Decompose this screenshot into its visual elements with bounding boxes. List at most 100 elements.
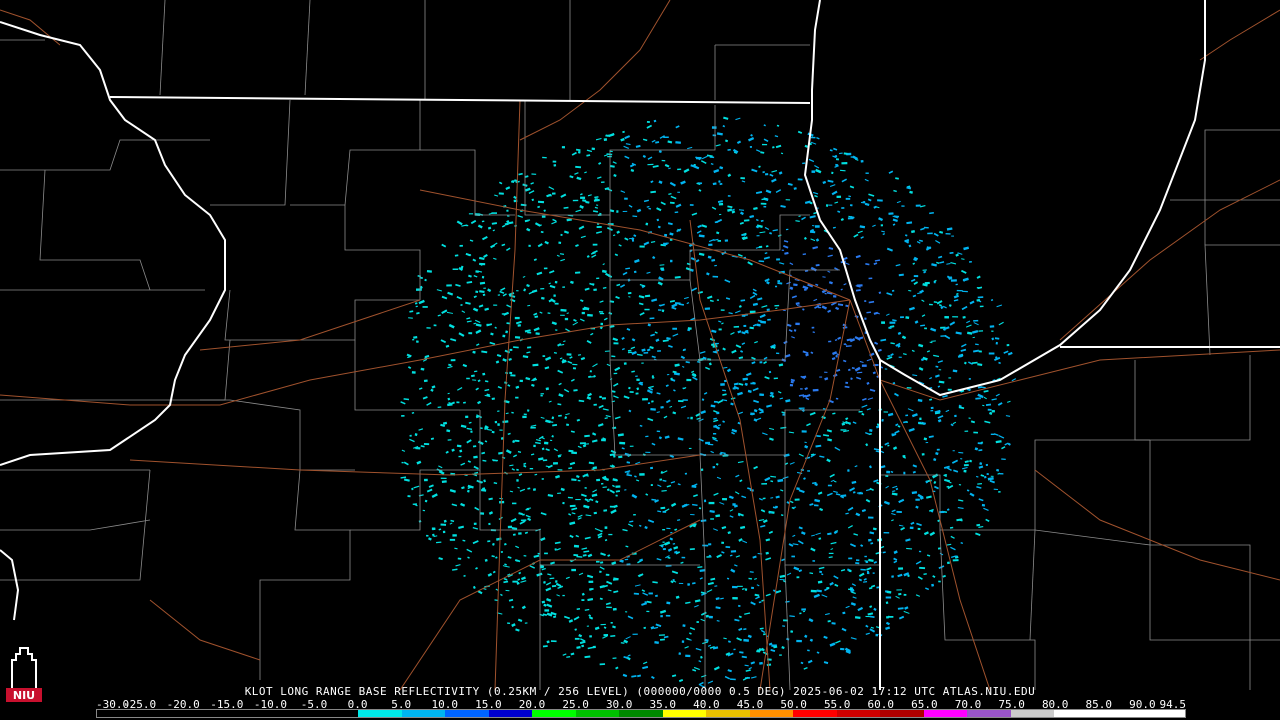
echo-speck (519, 379, 523, 383)
echo-speck (678, 400, 684, 403)
echo-speck (794, 498, 800, 501)
echo-speck (944, 316, 949, 319)
echo-speck (470, 430, 473, 433)
echo-speck (629, 445, 634, 447)
echo-speck (599, 313, 605, 315)
echo-speck (591, 283, 595, 285)
echo-speck (749, 145, 753, 148)
echo-speck (581, 311, 585, 315)
echo-speck (613, 372, 618, 375)
echo-speck (474, 213, 481, 217)
echo-speck (571, 451, 577, 455)
echo-speck (990, 475, 994, 477)
echo-speck (724, 239, 729, 242)
echo-speck (596, 560, 600, 563)
echo-speck (507, 525, 513, 529)
echo-speck (903, 471, 906, 475)
echo-speck (433, 324, 437, 327)
echo-speck (918, 550, 922, 553)
echo-speck (491, 212, 497, 214)
echo-speck (773, 377, 778, 380)
echo-speck (797, 178, 803, 181)
echo-speck (687, 417, 690, 419)
echo-speck (811, 170, 816, 173)
echo-speck (619, 441, 626, 445)
echo-speck (639, 245, 645, 248)
echo-speck (629, 391, 634, 393)
echo-speck (411, 371, 416, 374)
echo-speck (639, 473, 645, 476)
echo-speck (458, 455, 462, 458)
echo-speck (888, 615, 894, 618)
echo-speck (412, 339, 415, 341)
echo-speck (685, 654, 691, 658)
scale-swatch (662, 710, 707, 717)
echo-speck (732, 387, 736, 390)
echo-speck (616, 210, 619, 213)
echo-speck (481, 275, 485, 279)
echo-speck (643, 351, 649, 354)
scale-swatch (1054, 710, 1098, 717)
echo-speck (662, 529, 666, 531)
echo-speck (528, 244, 531, 247)
echo-speck (712, 275, 719, 278)
scale-swatch (749, 710, 794, 717)
echo-speck (632, 633, 638, 635)
echo-speck (623, 362, 627, 365)
echo-speck (862, 200, 866, 204)
echo-speck (562, 594, 565, 597)
echo-speck (524, 622, 528, 624)
echo-speck (416, 288, 422, 291)
echo-speck (517, 324, 521, 327)
echo-speck (952, 559, 959, 562)
echo-speck (985, 463, 989, 466)
echo-speck (518, 532, 522, 535)
echo-speck (750, 382, 756, 385)
echo-speck (945, 233, 951, 235)
echo-speck (572, 367, 577, 370)
echo-speck (757, 649, 761, 652)
echo-speck (1006, 344, 1010, 347)
echo-speck (492, 459, 498, 462)
echo-speck (901, 205, 905, 207)
echo-speck (527, 331, 532, 334)
echo-speck (930, 406, 934, 410)
echo-speck (730, 678, 736, 681)
echo-speck (711, 126, 717, 129)
echo-speck (988, 352, 995, 355)
echo-speck (954, 555, 958, 557)
echo-speck (883, 531, 890, 534)
echo-speck (646, 610, 650, 613)
echo-speck (720, 383, 725, 386)
echo-speck (898, 567, 904, 570)
echo-speck (572, 199, 579, 202)
echo-speck (856, 284, 863, 287)
echo-speck (516, 290, 519, 292)
echo-speck (708, 243, 713, 246)
scale-swatch (184, 710, 228, 717)
echo-speck (605, 573, 610, 576)
echo-speck (493, 304, 498, 306)
echo-speck (946, 561, 950, 565)
echo-speck (864, 300, 867, 302)
echo-speck (872, 572, 875, 574)
echo-speck (938, 580, 941, 583)
echo-speck (903, 593, 907, 596)
echo-speck (650, 466, 654, 470)
echo-speck (774, 304, 780, 307)
scale-swatch (1141, 710, 1185, 717)
echo-speck (587, 313, 593, 317)
echo-speck (696, 621, 699, 623)
echo-speck (498, 192, 504, 195)
echo-speck (796, 487, 800, 491)
echo-speck (575, 499, 581, 501)
echo-speck (553, 164, 557, 167)
echo-speck (796, 576, 800, 579)
echo-speck (543, 441, 549, 445)
echo-speck (905, 414, 909, 417)
echo-speck (468, 213, 474, 215)
echo-speck (896, 589, 903, 591)
echo-speck (896, 510, 902, 513)
echo-speck (468, 332, 473, 335)
echo-speck (603, 138, 608, 141)
